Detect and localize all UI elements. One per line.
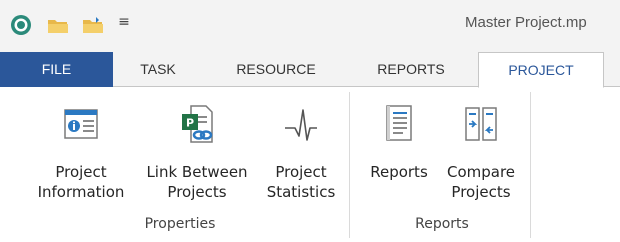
button-label-line1: Compare [446, 163, 516, 181]
project-information-label: Project Information [24, 162, 138, 202]
ribbon-panel: Project Information P Link Between Proje… [0, 88, 620, 242]
tab-task[interactable]: TASK [122, 52, 194, 87]
reports-button[interactable]: Reports [362, 96, 436, 208]
project-information-button[interactable]: Project Information [24, 96, 138, 208]
button-label-line1: Project [275, 163, 327, 181]
reports-label: Reports [362, 162, 436, 182]
title-bar: ≡ Master Project.mp [0, 0, 620, 52]
tab-reports[interactable]: REPORTS [357, 52, 465, 87]
tab-project[interactable]: PROJECT [478, 52, 604, 88]
new-folder-icon[interactable] [82, 17, 104, 35]
button-label-line2: Information [37, 183, 125, 201]
app-logo-icon[interactable] [10, 14, 32, 36]
project-statistics-icon [285, 109, 317, 141]
ribbon-tab-row: FILE TASK RESOURCE REPORTS PROJECT [0, 52, 620, 88]
button-label-line1: Reports [370, 163, 428, 181]
tab-resource[interactable]: RESOURCE [211, 52, 341, 87]
compare-projects-label: Compare Projects [439, 162, 523, 202]
button-label-line1: Link Between [146, 163, 248, 181]
group-separator [349, 92, 350, 238]
group-separator [530, 92, 531, 238]
svg-text:P: P [186, 117, 194, 130]
link-between-projects-label: Link Between Projects [135, 162, 259, 202]
link-between-projects-icon: P [182, 105, 213, 143]
button-label-line2: Projects [451, 183, 511, 201]
link-between-projects-button[interactable]: P Link Between Projects [135, 96, 259, 208]
project-statistics-button[interactable]: Project Statistics [256, 96, 346, 208]
window-title: Master Project.mp [465, 14, 587, 31]
reports-icon [386, 105, 412, 141]
button-label-line1: Project [55, 163, 107, 181]
customize-dropdown-icon[interactable]: ≡ [117, 12, 131, 32]
button-label-line2: Projects [167, 183, 227, 201]
tab-file[interactable]: FILE [0, 52, 113, 87]
project-statistics-label: Project Statistics [256, 162, 346, 202]
group-label-reports: Reports [415, 216, 469, 232]
button-label-line2: Statistics [266, 183, 336, 201]
compare-projects-button[interactable]: Compare Projects [439, 96, 523, 208]
group-label-properties: Properties [144, 216, 216, 232]
compare-projects-icon [465, 107, 497, 141]
project-information-icon [64, 109, 98, 139]
open-folder-icon[interactable] [47, 17, 69, 35]
